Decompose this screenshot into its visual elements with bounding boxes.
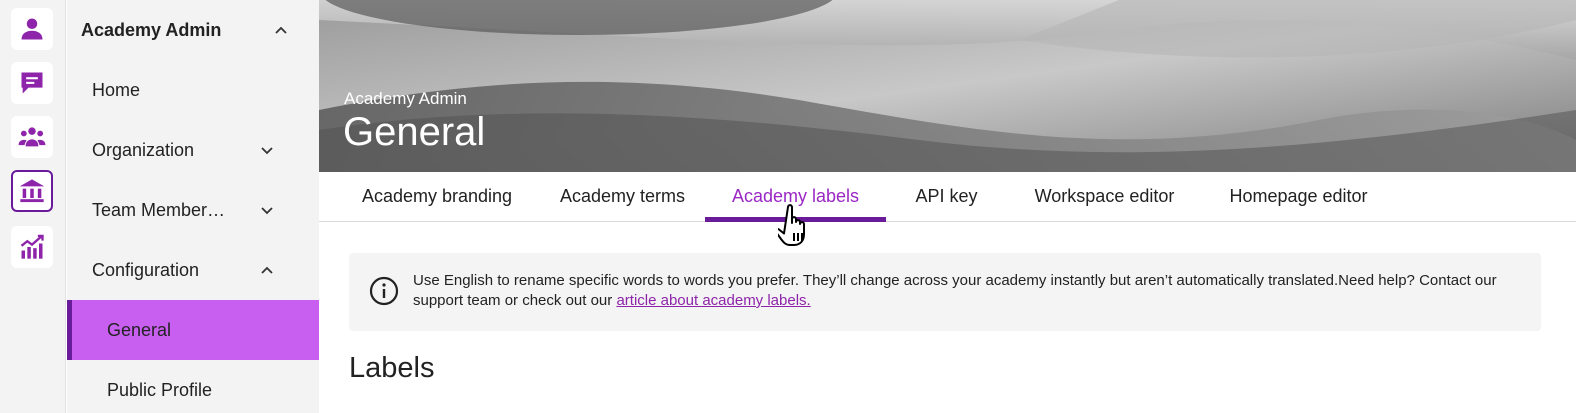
chevron-up-icon <box>261 266 273 274</box>
info-icon <box>369 276 399 306</box>
tab-academy-terms[interactable]: Academy terms <box>540 172 705 221</box>
trending-chart-icon <box>20 234 44 259</box>
app-window: Academy Admin Home Organization Team Mem… <box>0 0 1576 413</box>
nav-item-team-members[interactable]: Team Member… <box>67 180 319 240</box>
nav-header-academy-admin[interactable]: Academy Admin <box>67 0 319 60</box>
institution-icon <box>19 179 45 203</box>
icon-rail <box>0 0 66 413</box>
nav-item-home[interactable]: Home <box>67 60 319 120</box>
nav-item-label: Public Profile <box>107 379 213 400</box>
nav-item-organization[interactable]: Organization <box>67 120 319 180</box>
rail-profile-button[interactable] <box>11 8 53 50</box>
rail-teams-button[interactable] <box>11 116 53 158</box>
nav-header-label: Academy Admin <box>81 19 222 40</box>
hero-subtitle: Academy Admin <box>344 89 467 108</box>
nav-item-configuration[interactable]: Configuration <box>67 240 319 300</box>
nav-item-label: Home <box>92 79 141 100</box>
rail-academy-admin-button[interactable] <box>11 170 53 212</box>
tab-api-key[interactable]: API key <box>886 172 1007 221</box>
tab-academy-branding[interactable]: Academy branding <box>334 172 540 221</box>
nav-item-label: Team Member… <box>92 199 226 220</box>
chevron-down-icon <box>261 147 273 155</box>
labels-heading: Labels <box>349 352 435 384</box>
nav-item-label: Configuration <box>92 259 200 280</box>
page-title: General <box>343 110 486 154</box>
user-icon <box>21 18 43 40</box>
article-link[interactable]: article about academy labels. <box>616 292 810 309</box>
admin-nav-panel: Academy Admin Home Organization Team Mem… <box>67 0 319 413</box>
rail-analytics-button[interactable] <box>11 226 53 268</box>
rail-messages-button[interactable] <box>11 62 53 104</box>
tab-homepage-editor[interactable]: Homepage editor <box>1202 172 1395 221</box>
chat-icon <box>21 72 43 94</box>
hero-banner: Academy Admin General <box>319 0 1576 172</box>
info-banner: Use English to rename specific words to … <box>349 253 1541 331</box>
nav-item-general[interactable]: General <box>67 300 319 360</box>
tab-workspace-editor[interactable]: Workspace editor <box>1007 172 1202 221</box>
hand-pointer-cursor-icon <box>778 204 805 246</box>
settings-tabs: Academy branding Academy terms Academy l… <box>319 172 1576 222</box>
chevron-down-icon <box>261 207 273 215</box>
nav-item-label: Organization <box>92 139 195 160</box>
nav-item-public-profile[interactable]: Public Profile <box>67 360 319 413</box>
chevron-up-icon <box>275 26 287 34</box>
nav-item-label: General <box>107 319 172 340</box>
hero-background-image <box>319 0 1576 172</box>
info-text: Use English to rename specific words to … <box>413 271 1523 311</box>
group-icon <box>18 127 46 147</box>
info-message: Use English to rename specific words to … <box>413 272 1497 309</box>
